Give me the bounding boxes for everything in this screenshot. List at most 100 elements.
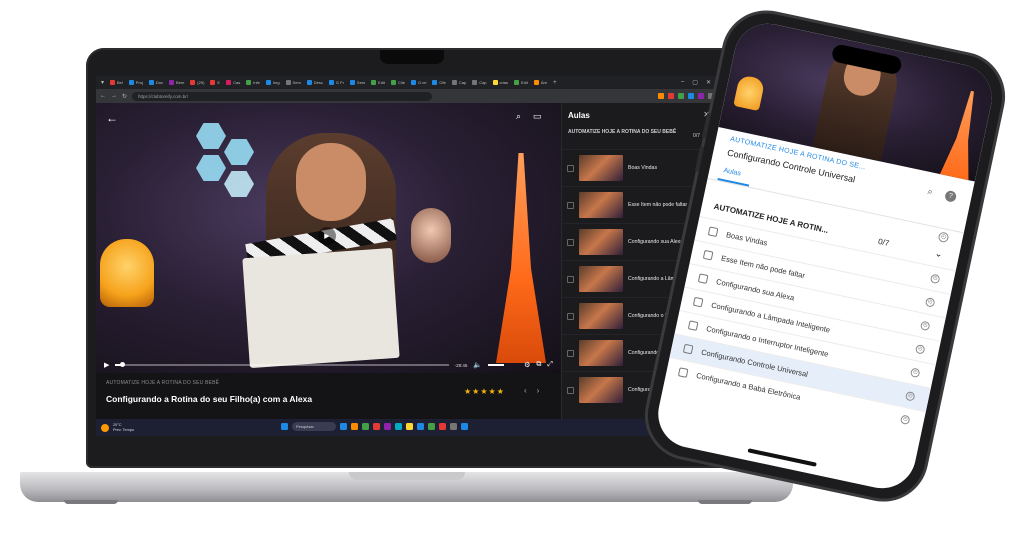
lesson-checkbox[interactable] <box>567 238 574 246</box>
windows-start-icon[interactable] <box>281 423 288 430</box>
weather-widget[interactable]: 20°C Prev. Tempo <box>113 423 134 432</box>
tab-label: G Fr <box>335 80 344 85</box>
lesson-checkbox[interactable] <box>567 386 574 394</box>
browser-tab[interactable]: Cas <box>224 78 242 87</box>
video-player[interactable]: ← ▶ ▶ -28:45 🔈 ⚙ ⧉ ⤢ <box>96 103 561 373</box>
next-lesson-button[interactable]: › <box>537 386 540 395</box>
browser-tab[interactable]: Desc <box>305 78 325 87</box>
extension-icon[interactable] <box>668 93 674 99</box>
weather-icon[interactable] <box>101 423 109 432</box>
extension-icon[interactable] <box>708 93 714 99</box>
lesson-checkbox[interactable] <box>707 226 719 238</box>
taskbar-app-icon[interactable] <box>362 423 369 430</box>
browser-tab[interactable]: Ofe <box>430 78 447 87</box>
browser-tab[interactable]: Bel <box>108 78 125 87</box>
browser-tab[interactable]: Bem <box>167 78 186 87</box>
browser-tab[interactable]: Sem <box>284 78 303 87</box>
extension-icon[interactable] <box>688 93 694 99</box>
search-icon[interactable]: ⌕ <box>516 111 521 122</box>
taskbar-search[interactable]: Pesquisar <box>292 422 336 431</box>
module-title[interactable]: AUTOMATIZE HOJE A ROTINA DO SEU BEBÊ <box>568 129 688 136</box>
browser-tab[interactable]: Infe <box>244 78 262 87</box>
close-window-icon[interactable]: ✕ <box>706 79 711 86</box>
maximize-icon[interactable]: ▢ <box>692 79 698 86</box>
tab-label: Cap <box>458 80 467 85</box>
extension-icon[interactable] <box>658 93 664 99</box>
browser-tab[interactable]: Proj <box>127 78 145 87</box>
taskbar-app-icon[interactable] <box>461 423 468 430</box>
minimize-icon[interactable]: – <box>681 79 684 86</box>
lesson-checkbox[interactable] <box>682 343 694 355</box>
browser-tab[interactable]: G Fr <box>327 78 346 87</box>
browser-tab[interactable]: Áre <box>532 78 549 87</box>
taskbar-app-icon[interactable] <box>373 423 380 430</box>
back-arrow-icon[interactable]: ← <box>106 111 118 125</box>
reload-icon[interactable]: ↻ <box>122 93 127 100</box>
tab-label: Bel <box>117 80 123 85</box>
volume-icon[interactable]: 🔈 <box>473 361 482 369</box>
play-overlay-button[interactable]: ▶ <box>318 227 336 245</box>
taskbar-app-icon[interactable] <box>450 423 457 430</box>
browser-tab[interactable]: Clie <box>389 78 407 87</box>
notebook-icon[interactable]: ▭ <box>533 111 542 122</box>
chevron-down-icon[interactable]: ⌄ <box>934 248 943 260</box>
lesson-checkbox[interactable] <box>567 349 574 357</box>
taskbar-app-icon[interactable] <box>406 423 413 430</box>
lesson-thumbnail <box>579 229 623 255</box>
lesson-checkbox[interactable] <box>567 201 574 209</box>
progress-bar[interactable] <box>115 362 449 367</box>
settings-gear-icon[interactable]: ⚙ <box>524 361 530 369</box>
picture-in-picture-icon[interactable]: ⧉ <box>536 361 541 369</box>
taskbar-app-icon[interactable] <box>417 423 424 430</box>
browser-tab[interactable]: crias <box>491 78 510 87</box>
taskbar-app-icon[interactable] <box>384 423 391 430</box>
tab-favicon-icon <box>328 80 334 85</box>
fullscreen-icon[interactable]: ⤢ <box>547 361 553 369</box>
lesson-checkbox[interactable] <box>687 320 699 331</box>
lesson-status-icon: ◴ <box>914 343 926 355</box>
taskbar-app-icon[interactable] <box>395 423 402 430</box>
taskbar-app-icon[interactable] <box>351 423 358 430</box>
browser-tab[interactable]: Cap <box>470 78 488 87</box>
browser-tab[interactable]: Cap <box>450 78 468 87</box>
tab-aulas[interactable]: Aulas <box>723 167 742 177</box>
lesson-status-icon: ◴ <box>909 367 921 379</box>
browser-tab[interactable]: Edit <box>512 78 530 87</box>
extension-icon[interactable] <box>678 93 684 99</box>
browser-tab[interactable]: Doc <box>147 78 165 87</box>
forward-nav-icon[interactable]: → <box>111 93 117 99</box>
address-bar[interactable]: https://clubtoreify.com.br/ <box>132 91 433 101</box>
browser-tab[interactable]: Sem <box>348 78 367 87</box>
lesson-checkbox[interactable] <box>697 273 709 284</box>
taskbar-search-text: Pesquisar <box>296 424 314 429</box>
play-button[interactable]: ▶ <box>104 361 109 369</box>
help-icon[interactable]: ? <box>944 189 958 203</box>
tab-label: Desc <box>313 80 323 85</box>
back-nav-icon[interactable]: ← <box>100 93 106 99</box>
rating-stars[interactable]: ★★★★★ <box>464 387 505 396</box>
volume-slider[interactable] <box>488 364 505 366</box>
new-tab-button[interactable]: + <box>551 78 559 87</box>
browser-tab[interactable]: Edit <box>369 78 387 87</box>
lesson-checkbox[interactable] <box>567 164 574 172</box>
taskbar-app-icon[interactable] <box>439 423 446 430</box>
tab-search-menu[interactable]: ▾ <box>99 78 106 87</box>
lesson-checkbox[interactable] <box>692 296 704 308</box>
lesson-checkbox[interactable] <box>567 312 574 320</box>
extension-icon[interactable] <box>698 93 704 99</box>
lesson-checkbox[interactable] <box>702 249 714 261</box>
lamp-video-element <box>100 239 154 307</box>
lesson-checkbox[interactable] <box>567 275 574 283</box>
taskbar-app-icon[interactable] <box>428 423 435 430</box>
lesson-status-icon: ◴ <box>924 297 936 308</box>
progress-knob[interactable] <box>120 362 126 367</box>
browser-tab[interactable]: E <box>208 78 222 87</box>
browser-tab[interactable]: G cri <box>409 78 428 87</box>
search-icon[interactable]: ⌕ <box>927 186 934 198</box>
taskbar-app-icon[interactable] <box>340 423 347 430</box>
lesson-thumbnail <box>579 266 623 292</box>
browser-tab[interactable]: Img <box>264 78 282 87</box>
browser-tab[interactable]: (29) <box>188 78 206 87</box>
previous-lesson-button[interactable]: ‹ <box>524 386 527 395</box>
lesson-checkbox[interactable] <box>677 367 689 378</box>
